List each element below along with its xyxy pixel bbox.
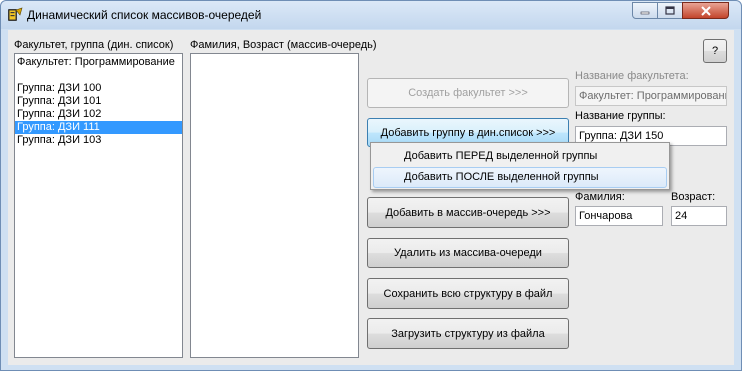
faculty-name-label: Название факультета: xyxy=(575,70,689,82)
list-item[interactable]: Группа: ДЗИ 103 xyxy=(15,134,182,147)
list-item[interactable]: Группа: ДЗИ 111 xyxy=(15,121,182,134)
list-item[interactable]: Группа: ДЗИ 101 xyxy=(15,95,182,108)
age-label: Возраст: xyxy=(671,191,716,203)
add-to-queue-button[interactable]: Добавить в массив-очередь >>> xyxy=(367,197,569,228)
create-faculty-button[interactable]: Создать факультет >>> xyxy=(367,78,569,108)
list-item[interactable]: Группа: ДЗИ 100 xyxy=(15,82,182,95)
queue-list-label: Фамилия, Возраст (массив-очередь) xyxy=(190,39,377,51)
list-item[interactable]: Факультет: Программирование xyxy=(15,56,182,69)
list-item[interactable] xyxy=(15,69,182,82)
maximize-button[interactable] xyxy=(657,2,683,19)
faculty-group-listbox[interactable]: Факультет: Программирование Группа: ДЗИ 1… xyxy=(14,53,183,358)
list-item[interactable]: Группа: ДЗИ 102 xyxy=(15,108,182,121)
surname-age-listbox[interactable] xyxy=(190,53,359,358)
close-icon xyxy=(700,5,711,16)
load-structure-button[interactable]: Загрузить структуру из файла xyxy=(367,318,569,349)
add-group-context-menu: Добавить ПЕРЕД выделенной группы Добавит… xyxy=(370,142,670,190)
client-area: Факультет, группа (дин. список) Факульте… xyxy=(8,30,734,365)
age-field[interactable]: 24 xyxy=(671,206,727,226)
app-window: Динамический список массивов-очередей Фа… xyxy=(0,0,742,371)
help-button[interactable]: ? xyxy=(703,39,727,63)
group-name-label: Название группы: xyxy=(575,110,666,122)
faculty-list-label: Факультет, группа (дин. список) xyxy=(14,39,174,51)
close-button[interactable] xyxy=(682,2,729,19)
faculty-name-field[interactable]: Факультет: Программирование xyxy=(575,86,727,106)
window-title: Динамический список массивов-очередей xyxy=(27,8,262,22)
maximize-icon xyxy=(665,6,675,15)
title-bar[interactable]: Динамический список массивов-очередей xyxy=(1,1,741,29)
menu-item-add-after[interactable]: Добавить ПОСЛЕ выделенной группы xyxy=(373,167,667,188)
minimize-button[interactable] xyxy=(632,2,658,19)
delete-from-queue-button[interactable]: Удалить из массива-очереди xyxy=(367,238,569,268)
delphi-app-icon xyxy=(8,7,23,21)
surname-field[interactable]: Гончарова xyxy=(575,206,663,226)
surname-label: Фамилия: xyxy=(575,191,625,203)
menu-item-add-before[interactable]: Добавить ПЕРЕД выделенной группы xyxy=(373,146,667,167)
save-structure-button[interactable]: Сохранить всю структуру в файл xyxy=(367,278,569,309)
minimize-icon xyxy=(640,11,650,14)
